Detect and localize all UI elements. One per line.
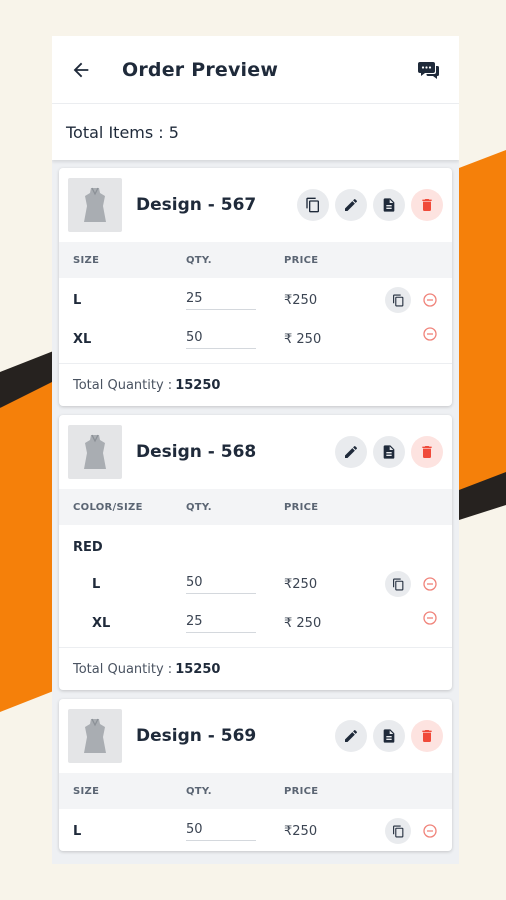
copy-icon <box>392 294 403 306</box>
note-button[interactable] <box>373 189 405 221</box>
phone-screen: Order Preview Total Items : 5 Design - 5… <box>52 36 459 864</box>
col-size: SIZE <box>73 254 100 266</box>
qty-input[interactable]: 50 <box>186 575 256 594</box>
qty-input[interactable]: 50 <box>186 822 256 841</box>
remove-row-icon[interactable] <box>423 824 437 838</box>
total-items-bar: Total Items : 5 <box>52 104 459 160</box>
arrow-back-icon[interactable] <box>70 59 92 81</box>
dress-thumbnail[interactable] <box>68 178 122 232</box>
price-value: ₹250 <box>284 824 318 839</box>
pencil-icon <box>345 729 357 742</box>
table-row: L 50 ₹250 <box>59 565 452 604</box>
price-value: ₹250 <box>284 293 318 308</box>
edit-button[interactable] <box>335 189 367 221</box>
copy-row-button[interactable] <box>385 287 411 313</box>
design-card: Design - 568 COLOR/SIZE QTY. PRICE RED L… <box>59 415 452 690</box>
remove-row-icon[interactable] <box>423 611 437 625</box>
dress-thumbnail[interactable] <box>68 709 122 763</box>
copy-button[interactable] <box>297 189 329 221</box>
size-label: L <box>92 577 101 592</box>
design-card: Design - 567 SIZE QTY. PRICE L 25 ₹250 X… <box>59 168 452 406</box>
col-price: PRICE <box>284 254 319 266</box>
table-row: XL 25 ₹ 250 <box>59 604 452 643</box>
table-row: L 25 ₹250 <box>59 281 452 320</box>
page-title: Order Preview <box>122 58 279 81</box>
document-icon <box>383 198 395 212</box>
color-group-label: RED <box>73 539 103 555</box>
design-list: Design - 567 SIZE QTY. PRICE L 25 ₹250 X… <box>52 160 459 851</box>
col-price: PRICE <box>284 501 319 513</box>
total-quantity-label: Total Quantity : <box>73 377 173 393</box>
delete-button[interactable] <box>411 189 443 221</box>
remove-row-icon[interactable] <box>423 577 437 591</box>
app-bar: Order Preview <box>52 36 459 104</box>
total-quantity-value: 15250 <box>175 661 221 677</box>
size-label: L <box>73 293 82 308</box>
document-icon <box>383 729 395 743</box>
table-header: COLOR/SIZE QTY. PRICE <box>59 489 452 525</box>
copy-row-button[interactable] <box>385 818 411 844</box>
delete-button[interactable] <box>411 436 443 468</box>
table-header: SIZE QTY. PRICE <box>59 242 452 278</box>
trash-icon <box>422 730 432 742</box>
total-quantity-label: Total Quantity : <box>73 661 173 677</box>
card-header: Design - 567 <box>59 168 452 242</box>
design-name: Design - 567 <box>136 195 257 215</box>
card-actions <box>335 720 443 752</box>
price-value: ₹ 250 <box>284 616 322 631</box>
size-label: XL <box>92 616 111 631</box>
price-value: ₹ 250 <box>284 332 322 347</box>
note-button[interactable] <box>373 436 405 468</box>
size-label: L <box>73 824 82 839</box>
table-row: XL 50 ₹ 250 <box>59 320 452 359</box>
total-quantity: Total Quantity : 15250 <box>59 647 452 690</box>
total-quantity-value: 15250 <box>175 377 221 393</box>
pencil-icon <box>345 198 357 211</box>
dress-thumbnail[interactable] <box>68 425 122 479</box>
total-items-label: Total Items : 5 <box>66 122 179 142</box>
qty-input[interactable]: 50 <box>186 330 256 349</box>
size-label: XL <box>73 332 92 347</box>
col-qty: QTY. <box>186 501 212 513</box>
trash-icon <box>422 446 432 458</box>
table-header: SIZE QTY. PRICE <box>59 773 452 809</box>
card-header: Design - 569 <box>59 699 452 773</box>
note-button[interactable] <box>373 720 405 752</box>
chat-icon[interactable] <box>417 58 441 82</box>
document-icon <box>383 445 395 459</box>
qty-input[interactable]: 25 <box>186 614 256 633</box>
edit-button[interactable] <box>335 720 367 752</box>
trash-icon <box>422 199 432 211</box>
delete-button[interactable] <box>411 720 443 752</box>
table-row: L 50 ₹250 <box>59 812 452 851</box>
card-actions <box>335 436 443 468</box>
design-name: Design - 568 <box>136 442 257 462</box>
col-qty: QTY. <box>186 254 212 266</box>
design-name: Design - 569 <box>136 726 257 746</box>
card-header: Design - 568 <box>59 415 452 489</box>
qty-input[interactable]: 25 <box>186 291 256 310</box>
copy-icon <box>306 197 319 213</box>
total-quantity: Total Quantity : 15250 <box>59 363 452 406</box>
col-price: PRICE <box>284 785 319 797</box>
pencil-icon <box>345 445 357 458</box>
design-card: Design - 569 SIZE QTY. PRICE L 50 ₹250 <box>59 699 452 851</box>
copy-icon <box>392 825 403 837</box>
col-color-size: COLOR/SIZE <box>73 501 143 513</box>
card-actions <box>297 189 443 221</box>
remove-row-icon[interactable] <box>423 327 437 341</box>
col-size: SIZE <box>73 785 100 797</box>
copy-row-button[interactable] <box>385 571 411 597</box>
price-value: ₹250 <box>284 577 318 592</box>
col-qty: QTY. <box>186 785 212 797</box>
edit-button[interactable] <box>335 436 367 468</box>
copy-icon <box>392 578 403 590</box>
remove-row-icon[interactable] <box>423 293 437 307</box>
